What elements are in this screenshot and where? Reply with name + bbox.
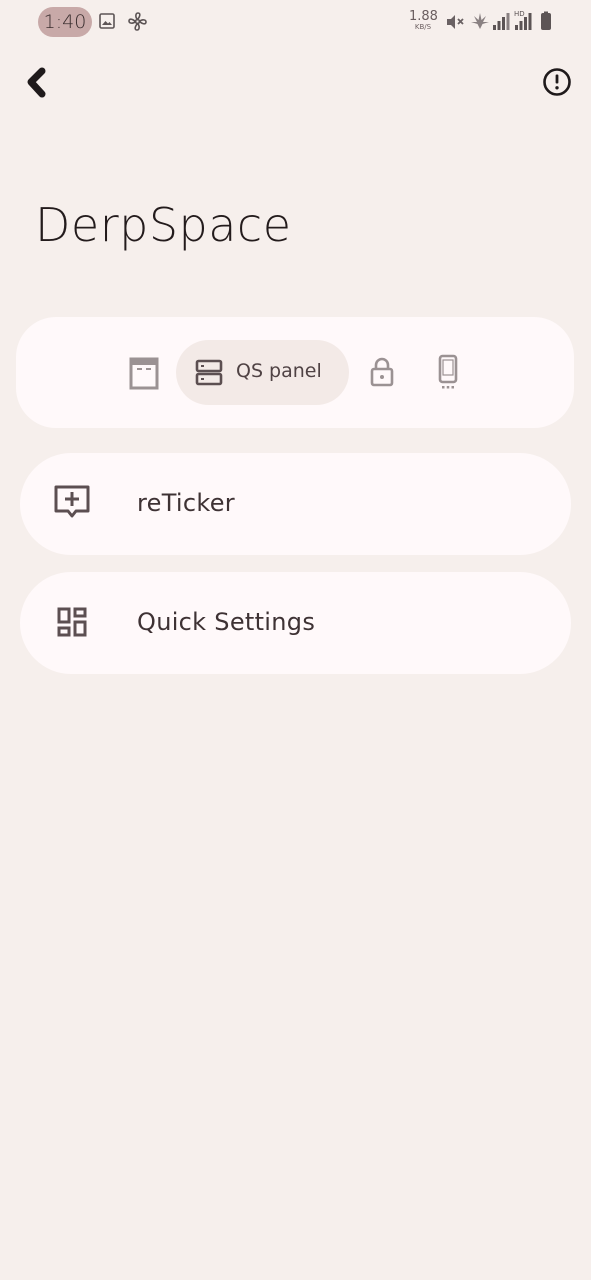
network-speed-unit: KB/S xyxy=(414,23,432,31)
qs-panel-icon xyxy=(193,357,225,389)
list-item-label: Quick Settings xyxy=(137,608,316,636)
page-title: DerpSpace xyxy=(35,198,292,252)
phone-icon xyxy=(438,354,458,389)
list-item-reticker[interactable]: reTicker xyxy=(20,453,571,555)
signal-icon xyxy=(492,11,510,35)
info-circle-icon xyxy=(543,68,571,96)
leaf-icon xyxy=(470,11,490,35)
network-speed-value: 1.88 xyxy=(409,9,438,24)
tab-lockscreen[interactable] xyxy=(366,354,398,390)
mute-icon xyxy=(445,12,465,36)
statusbar-icon xyxy=(129,357,159,390)
message-add-icon xyxy=(52,483,92,523)
network-speed: 1.88 KB/S xyxy=(409,9,438,31)
tab-qs-panel-label: QS panel xyxy=(236,360,322,382)
list-item-quick-settings[interactable]: Quick Settings xyxy=(20,572,571,674)
tab-statusbar[interactable] xyxy=(124,352,164,394)
status-bar: 1:40 1.88 KB/S HD xyxy=(0,0,591,42)
svg-text:HD: HD xyxy=(514,10,525,18)
signal-hd-icon: HD xyxy=(514,9,534,35)
info-button[interactable] xyxy=(537,62,577,102)
status-time: 1:40 xyxy=(38,7,92,37)
gallery-icon xyxy=(99,13,115,33)
tab-device[interactable] xyxy=(434,352,462,392)
lock-icon xyxy=(370,357,394,387)
back-button[interactable] xyxy=(22,62,62,104)
back-chevron-icon xyxy=(27,67,46,98)
list-item-label: reTicker xyxy=(137,489,235,517)
battery-icon xyxy=(540,11,552,35)
dashboard-icon xyxy=(52,602,92,642)
fan-icon xyxy=(127,11,148,36)
